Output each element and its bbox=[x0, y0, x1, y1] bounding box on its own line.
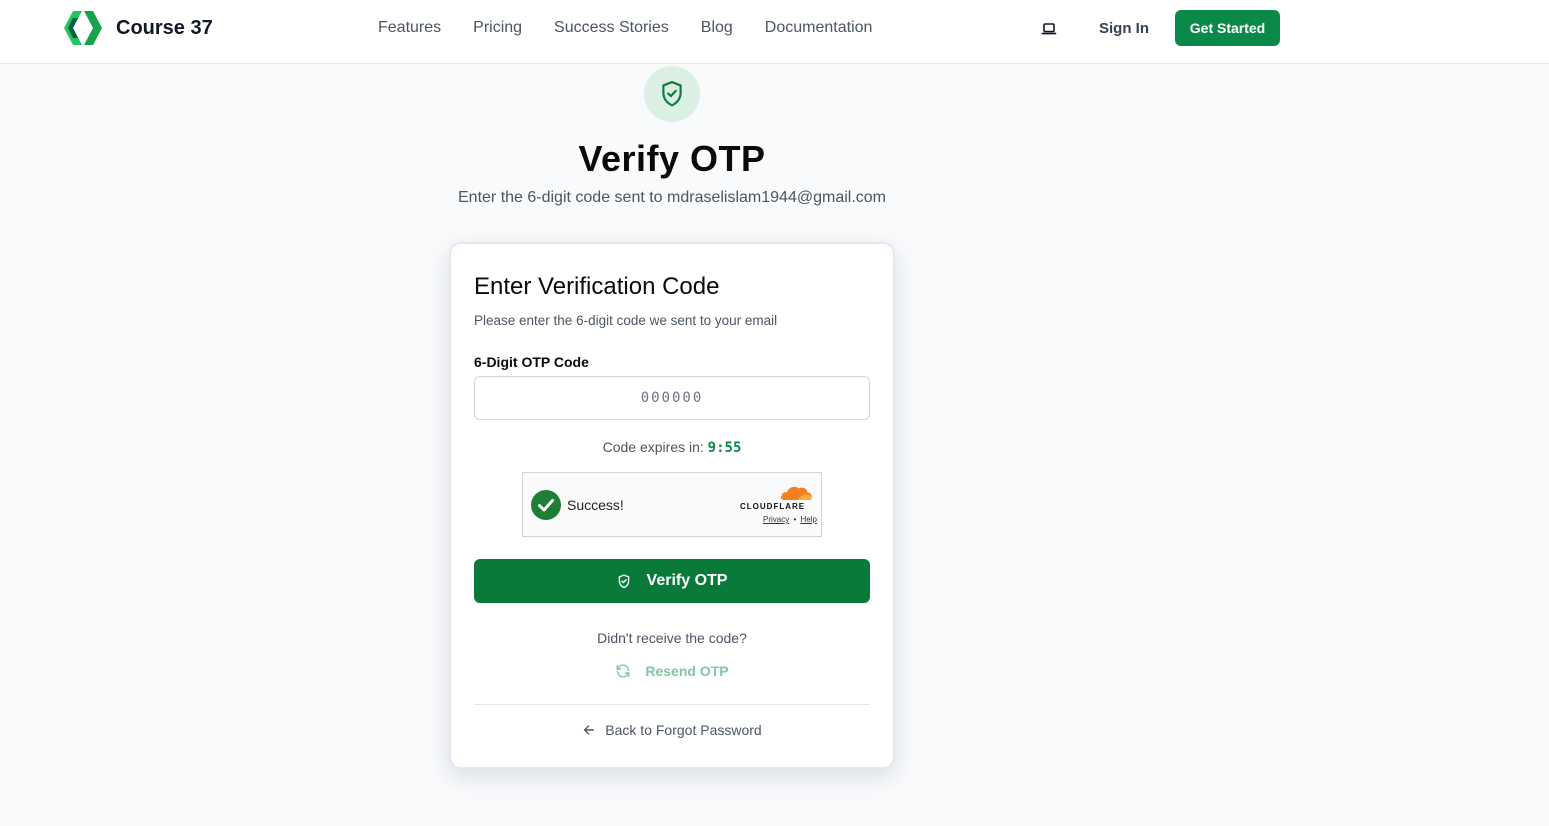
expiry-timer: 9:55 bbox=[707, 440, 742, 456]
otp-input[interactable] bbox=[474, 376, 870, 420]
otp-card: Enter Verification Code Please enter the… bbox=[449, 242, 895, 769]
hero-shield-badge bbox=[644, 66, 700, 122]
didnt-receive-text: Didn't receive the code? bbox=[597, 630, 747, 646]
page-title: Verify OTP bbox=[578, 138, 766, 179]
back-link-label: Back to Forgot Password bbox=[605, 722, 762, 738]
shield-check-icon bbox=[662, 81, 682, 107]
turnstile-links: Privacy • Help bbox=[763, 515, 817, 524]
chevrons-logo-icon bbox=[64, 11, 102, 45]
card-divider bbox=[474, 704, 870, 705]
cloudflare-turnstile[interactable]: Success! CLOUDFLARE Privacy • Help bbox=[522, 472, 822, 537]
cloudflare-wordmark: CLOUDFLARE bbox=[740, 502, 806, 511]
expiry-label: Code expires in: bbox=[602, 439, 708, 455]
privacy-link[interactable]: Privacy bbox=[763, 515, 789, 524]
verify-otp-button[interactable]: Verify OTP bbox=[474, 559, 870, 603]
resend-otp-label: Resend OTP bbox=[645, 663, 729, 679]
help-link[interactable]: Help bbox=[801, 515, 817, 524]
card-description: Please enter the 6-digit code we sent to… bbox=[474, 313, 778, 328]
check-circle-icon bbox=[531, 490, 561, 520]
link-separator: • bbox=[793, 515, 797, 524]
turnstile-status: Success! bbox=[567, 497, 624, 513]
cloudflare-cloud-icon bbox=[780, 486, 812, 500]
nav-blog[interactable]: Blog bbox=[701, 19, 733, 37]
refresh-icon bbox=[616, 664, 630, 678]
top-navbar: Course 37 Features Pricing Success Stori… bbox=[0, 0, 1549, 64]
brand-name: Course 37 bbox=[116, 16, 213, 39]
verify-otp-label: Verify OTP bbox=[646, 572, 728, 589]
arrow-left-icon bbox=[584, 725, 595, 735]
page-subtitle: Enter the 6-digit code sent to mdraselis… bbox=[458, 189, 886, 206]
shield-check-icon bbox=[618, 573, 629, 588]
back-to-forgot-password-link[interactable]: Back to Forgot Password bbox=[451, 722, 893, 738]
card-title: Enter Verification Code bbox=[474, 273, 720, 300]
get-started-button[interactable]: Get Started bbox=[1175, 10, 1280, 46]
brand-logo[interactable]: Course 37 bbox=[64, 11, 213, 45]
sign-in-link[interactable]: Sign In bbox=[1099, 20, 1149, 37]
nav-pricing[interactable]: Pricing bbox=[473, 19, 522, 37]
nav-documentation[interactable]: Documentation bbox=[765, 19, 873, 37]
code-expiry: Code expires in: 9:55 bbox=[451, 439, 893, 456]
main-nav: Features Pricing Success Stories Blog Do… bbox=[378, 19, 904, 37]
laptop-icon[interactable] bbox=[1041, 21, 1057, 37]
nav-features[interactable]: Features bbox=[378, 19, 441, 37]
nav-success-stories[interactable]: Success Stories bbox=[554, 19, 669, 37]
otp-label: 6-Digit OTP Code bbox=[474, 354, 589, 370]
resend-otp-button[interactable]: Resend OTP bbox=[451, 663, 893, 679]
